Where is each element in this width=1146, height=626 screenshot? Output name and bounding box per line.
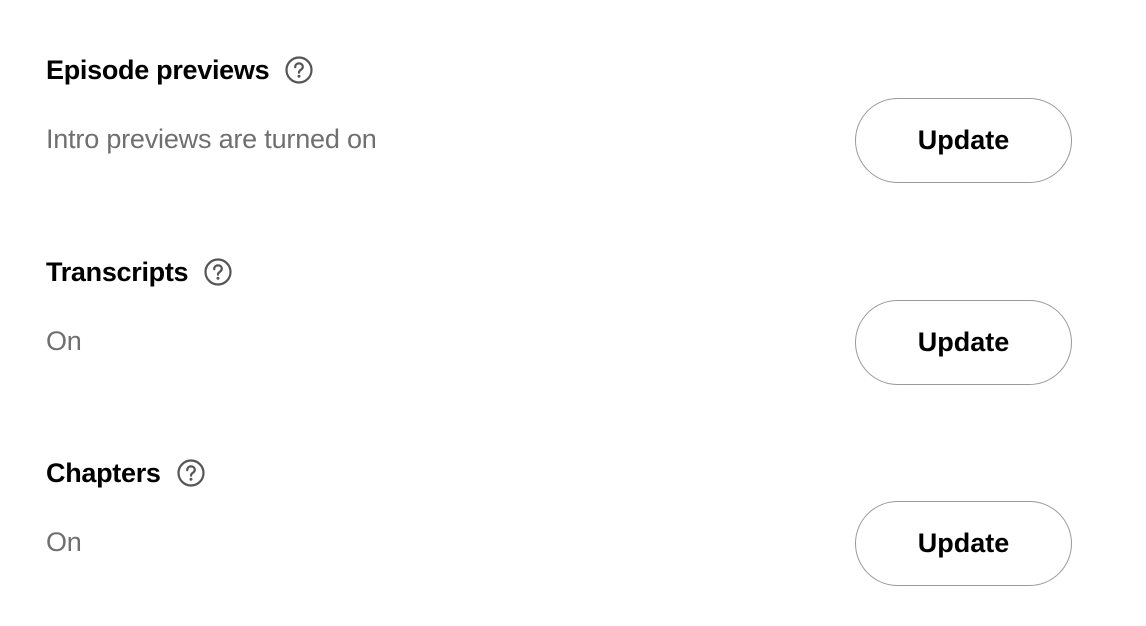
section-header: Chapters <box>46 453 206 493</box>
chapters-status: On <box>46 527 82 557</box>
episode-previews-status: Intro previews are turned on <box>46 124 377 154</box>
settings-panel: Episode previews Intro previews are turn… <box>0 0 1146 626</box>
question-circle-icon[interactable] <box>176 458 206 488</box>
question-circle-icon[interactable] <box>284 55 314 85</box>
section-header: Episode previews <box>46 50 314 90</box>
section-header: Transcripts <box>46 252 233 292</box>
update-chapters-button[interactable]: Update <box>855 501 1072 586</box>
chapters-section: Chapters On Update <box>46 453 1074 593</box>
transcripts-status: On <box>46 326 82 356</box>
transcripts-section: Transcripts On Update <box>46 252 1074 392</box>
section-title: Chapters <box>46 458 161 488</box>
section-title: Transcripts <box>46 257 189 287</box>
episode-previews-section: Episode previews Intro previews are turn… <box>46 50 1074 190</box>
question-circle-icon[interactable] <box>203 257 233 287</box>
update-transcripts-button[interactable]: Update <box>855 300 1072 385</box>
update-episode-previews-button[interactable]: Update <box>855 98 1072 183</box>
section-title: Episode previews <box>46 55 270 85</box>
